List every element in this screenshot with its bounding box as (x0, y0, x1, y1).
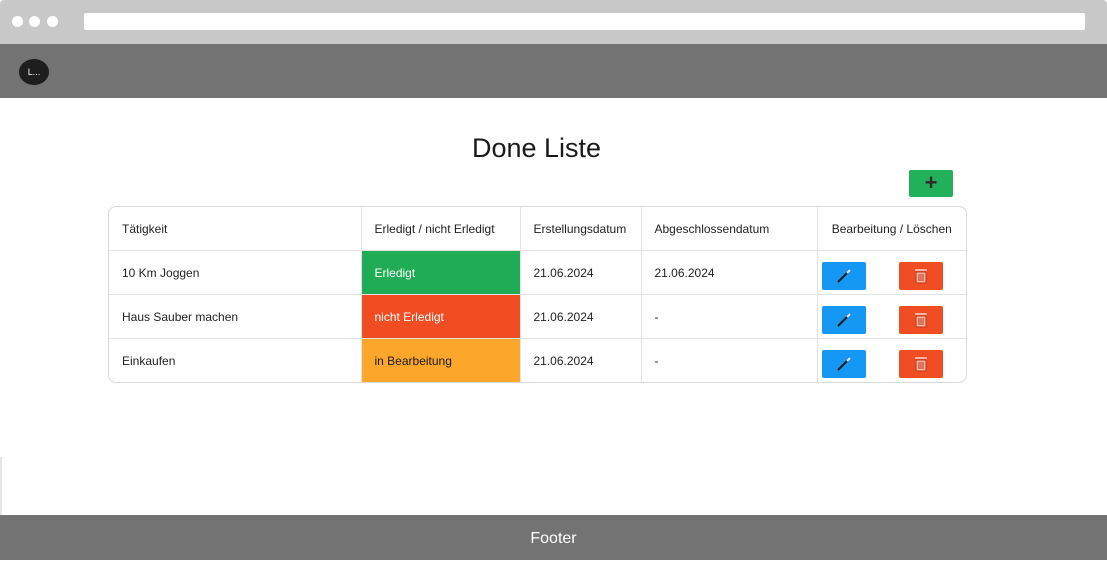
task-table-card: Tätigkeit Erledigt / nicht Erledigt Erst… (108, 206, 967, 383)
actions-cell (817, 294, 966, 339)
column-header-created: Erstellungsdatum (520, 207, 642, 251)
created-date-cell: 21.06.2024 (520, 294, 642, 339)
actions-cell (817, 250, 966, 295)
status-cell: Erledigt (361, 250, 521, 295)
column-header-actions: Bearbeitung / Löschen (817, 207, 966, 251)
completed-date-cell: - (641, 338, 818, 382)
trash-icon (914, 269, 927, 284)
task-name-cell: 10 Km Joggen (109, 250, 362, 295)
status-cell: nicht Erledigt (361, 294, 521, 339)
pen-icon (836, 313, 851, 327)
window-close-dot[interactable] (12, 16, 23, 27)
column-header-completed: Abgeschlossendatum (641, 207, 818, 251)
logo-avatar[interactable]: L... (19, 59, 49, 85)
delete-button[interactable] (898, 306, 943, 334)
trash-icon (914, 313, 927, 328)
column-header-task: Tätigkeit (109, 207, 362, 251)
browser-titlebar (0, 0, 1107, 44)
table-header-row: Tätigkeit Erledigt / nicht Erledigt Erst… (109, 207, 966, 251)
completed-date-cell: - (641, 294, 818, 339)
task-table: Tätigkeit Erledigt / nicht Erledigt Erst… (109, 207, 966, 382)
add-task-button[interactable]: + (909, 170, 953, 197)
page-title: Done Liste (471, 133, 602, 163)
task-name-cell: Einkaufen (109, 338, 362, 382)
completed-date-cell: 21.06.2024 (641, 250, 818, 295)
edit-button[interactable] (821, 350, 866, 378)
delete-button[interactable] (898, 262, 943, 290)
pen-icon (836, 357, 851, 371)
status-cell: in Bearbeitung (361, 338, 521, 382)
trash-icon (914, 357, 927, 372)
delete-button[interactable] (898, 350, 943, 378)
created-date-cell: 21.06.2024 (520, 250, 642, 295)
footer: Footer (0, 515, 1107, 560)
navbar: L... (0, 44, 1107, 98)
left-edge-strip (0, 457, 2, 515)
edit-button[interactable] (821, 262, 866, 290)
address-bar[interactable] (84, 13, 1085, 30)
window-maximize-dot[interactable] (47, 16, 58, 27)
task-name-cell: Haus Sauber machen (109, 294, 362, 339)
created-date-cell: 21.06.2024 (520, 338, 642, 382)
table-row: Einkaufen in Bearbeitung 21.06.2024 - (109, 338, 966, 383)
window-minimize-dot[interactable] (29, 16, 40, 27)
edit-button[interactable] (821, 306, 866, 334)
column-header-status: Erledigt / nicht Erledigt (361, 207, 521, 251)
table-row: Haus Sauber machen nicht Erledigt 21.06.… (109, 294, 966, 339)
actions-cell (817, 339, 966, 383)
pen-icon (836, 269, 851, 283)
plus-icon: + (924, 170, 938, 195)
table-row: 10 Km Joggen Erledigt 21.06.2024 21.06.2… (109, 250, 966, 295)
